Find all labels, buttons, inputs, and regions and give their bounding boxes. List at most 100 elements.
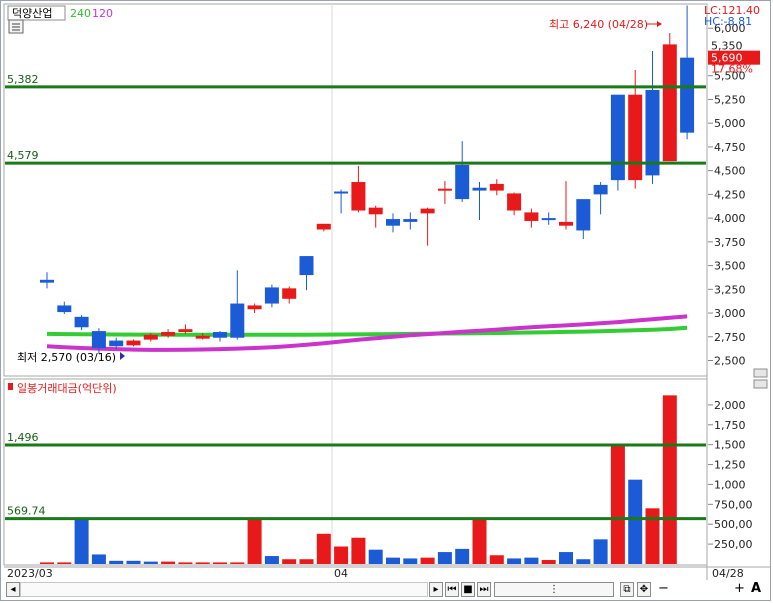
candle-body [74,316,89,328]
low-annotation: 최저 2,570 (03/16) [17,351,116,364]
volume-marker [8,383,13,390]
volume-bar [559,552,573,564]
candle-body [437,188,452,191]
candle-body [455,164,470,200]
volume-bar [593,539,608,564]
candle-body [593,184,608,195]
zoom-in-icon[interactable]: + [734,581,745,597]
zoom-out-icon[interactable]: − [658,581,669,597]
candle-body [472,187,487,191]
ma-line-240 [46,325,688,337]
volume-bar [610,446,625,564]
volume-bar [40,562,54,564]
candle-body [334,191,349,194]
price-axis-handle-top[interactable] [753,368,768,378]
volume-bar [628,479,643,564]
candle-body [576,199,591,231]
volume-bar [576,559,591,564]
candle-body [680,57,695,133]
stop-icon[interactable]: ■ [461,582,475,597]
candle-body [316,223,331,230]
chart-canvas: 2,500 2,750 3,000 3,250 3,500 3,750 4,000 4,250… [3,3,770,580]
candle-body [282,288,297,299]
volume-bar [472,519,487,564]
toolbar-track[interactable] [20,582,428,597]
price-tick-label: 4,750 [714,141,746,154]
volume-bar [91,554,106,564]
high-annotation: 최고 6,240 (04/28) [549,18,648,31]
high-arrow-icon [646,21,662,27]
last-icon[interactable]: ⏭ [477,582,491,597]
price-tick-label: 5,000 [714,117,746,130]
candle-body [489,183,504,191]
candle-body [264,287,279,304]
price-tick-label: 4,000 [714,212,746,225]
candle-body [628,94,643,181]
volume-bar [247,518,262,564]
candle-body [161,332,176,336]
volume-tick-label: 1,000 [714,478,746,491]
candle-body [351,182,366,211]
volume-bar [126,560,141,564]
volume-bar [368,549,383,564]
candle-body [126,340,141,346]
candle-body [91,331,106,349]
candle-body [662,44,677,162]
volume-bar [662,395,677,564]
volume-bar [524,557,539,564]
candle-body [559,221,573,226]
volume-bar [541,560,556,564]
grid-icon[interactable] [8,19,24,34]
price-tick-label: 4,500 [714,165,746,178]
scroll-handle-icon[interactable]: ⋮ [494,582,614,597]
volume-bar [143,561,158,564]
volume-tick-label: 500,00 [714,518,753,531]
candle-body [178,329,193,333]
volume-bar [351,537,366,564]
price-tick-label: 5,250 [714,93,746,106]
volume-bar [455,548,470,564]
pan-icon[interactable]: ✥ [637,582,651,597]
candle-body [230,303,245,338]
candle-body [213,332,227,338]
candle-body [541,218,556,221]
price-tick-label: 4,250 [714,188,746,201]
stock-name: 덕양산업 [12,7,52,20]
x-label-start: 2023/03 [7,567,53,580]
volume-tick-label: 1,500 [714,439,746,452]
volume-tick-label: 750,00 [714,498,753,511]
ma-short-label: 120 [92,7,113,20]
low-arrow-icon [120,352,125,360]
volume-bar [109,560,124,564]
candle-body [610,94,625,181]
toolbar-left-button[interactable]: ◂ [6,582,20,597]
volume-bar [420,557,435,564]
font-icon[interactable]: A [751,581,761,597]
first-icon[interactable]: ⏮ [445,582,459,597]
volume-bar [437,552,452,564]
x-label-end: 04/28 [712,567,744,580]
volume-bar [161,561,176,564]
candle-body [247,305,262,310]
price-tick-label: 3,250 [714,283,746,296]
volume-tick-label: 2,000 [714,399,746,412]
price-level-upper-label: 5,382 [7,73,39,86]
candle-body [507,193,522,211]
volume-bar [282,559,297,564]
toolbar-right-button[interactable]: ▸ [429,582,443,597]
hc-text: HC:-8.81 [704,15,752,28]
volume-bar [57,562,72,564]
candle-body [195,335,210,339]
volume-bar [299,559,314,564]
volume-bar [178,562,193,564]
volume-bar [74,519,89,564]
volume-bar [507,558,522,564]
candle-body [368,207,383,215]
volume-bar [334,546,349,564]
restore-icon[interactable]: ⧉ [620,582,634,597]
price-axis-handle[interactable] [753,379,768,389]
candle-body [57,305,72,313]
volume-bar [489,555,504,564]
candle-body [299,256,314,276]
candle-body [109,340,124,347]
